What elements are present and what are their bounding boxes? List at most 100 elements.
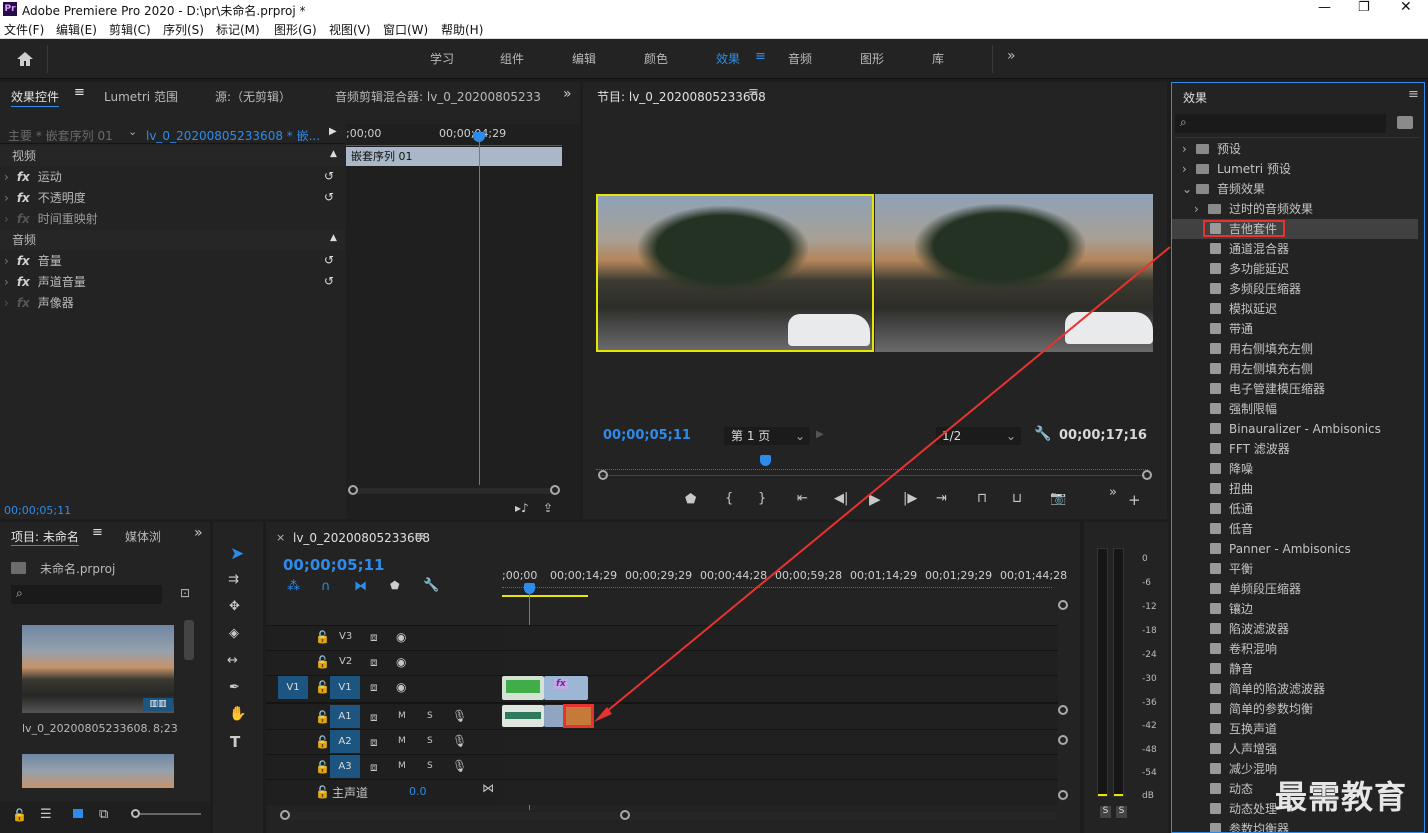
maximize-icon[interactable]: ❐ bbox=[1358, 0, 1370, 15]
eye-icon[interactable]: ◉ bbox=[396, 680, 406, 694]
solo-right-button[interactable]: S bbox=[1116, 806, 1127, 818]
go-to-in-icon[interactable]: ⇤ bbox=[797, 491, 808, 506]
menu-window[interactable]: 窗口(W) bbox=[383, 21, 428, 38]
sync-lock-icon[interactable]: ⧈ bbox=[370, 655, 378, 670]
effects-search-input[interactable]: ⌕ bbox=[1175, 114, 1386, 133]
sync-lock-icon[interactable]: ⧈ bbox=[370, 630, 378, 645]
more-workspaces-icon[interactable]: » bbox=[1007, 48, 1016, 64]
razor-tool-icon[interactable]: ◈ bbox=[229, 626, 239, 641]
type-tool-icon[interactable]: T bbox=[230, 733, 240, 751]
list-view-icon[interactable]: ☰ bbox=[40, 807, 52, 822]
step-forward-icon[interactable]: |▶ bbox=[903, 491, 917, 506]
fx-row-motion[interactable]: › fx 运动 bbox=[4, 167, 344, 187]
snap-magnet-icon[interactable]: ∩ bbox=[321, 579, 331, 594]
scroll-handle[interactable] bbox=[1058, 790, 1068, 800]
button-editor-plus-icon[interactable]: + bbox=[1128, 491, 1141, 509]
audio-clip-highlighted[interactable] bbox=[563, 704, 594, 728]
add-marker-icon[interactable]: ⬟ bbox=[390, 579, 400, 592]
new-custom-bin-icon[interactable] bbox=[1397, 116, 1413, 129]
workspace-tab-editing[interactable]: 编辑 bbox=[572, 50, 596, 67]
vertical-zoom-handle[interactable] bbox=[1058, 600, 1068, 610]
effect-controls-timecode[interactable]: 00;00;05;11 bbox=[4, 504, 71, 517]
panel-menu-icon[interactable]: ≡ bbox=[74, 85, 85, 100]
effect-item[interactable]: 静音 bbox=[1172, 659, 1418, 679]
effect-item[interactable]: 低音 bbox=[1172, 519, 1418, 539]
nested-sequence-clip[interactable]: 嵌套序列 01 bbox=[346, 147, 562, 166]
clip-thumbnail-2[interactable] bbox=[22, 754, 174, 788]
sync-lock-icon[interactable]: ⧈ bbox=[370, 680, 378, 695]
effect-item[interactable]: 通道混合器 bbox=[1172, 239, 1418, 259]
panel-menu-icon[interactable]: ≡ bbox=[1408, 87, 1419, 102]
timeline-ruler[interactable]: ;00;00 00;00;14;29 00;00;29;29 00;00;44;… bbox=[502, 562, 1067, 604]
linked-selection-icon[interactable]: ⧓ bbox=[354, 579, 367, 594]
track-target-a2[interactable]: A2 bbox=[330, 730, 360, 753]
master-clip-label[interactable]: 主要 * 嵌套序列 01 bbox=[8, 127, 113, 144]
effect-item[interactable]: 镶边 bbox=[1172, 599, 1418, 619]
go-to-out-icon[interactable]: ⇥ bbox=[936, 491, 947, 506]
menu-file[interactable]: 文件(F) bbox=[4, 21, 44, 38]
effect-item[interactable]: Binauralizer - Ambisonics bbox=[1172, 419, 1418, 439]
mute-button[interactable]: M bbox=[398, 761, 406, 771]
home-icon[interactable] bbox=[16, 51, 34, 67]
effect-item[interactable]: 模拟延迟 bbox=[1172, 299, 1418, 319]
lock-icon[interactable]: 🔓 bbox=[315, 710, 330, 724]
chevron-down-icon[interactable]: ⌄ bbox=[128, 125, 137, 138]
new-bin-icon[interactable]: ⊡ bbox=[180, 586, 190, 600]
lock-icon[interactable]: 🔓 bbox=[315, 655, 330, 669]
effect-item[interactable]: FFT 滤波器 bbox=[1172, 439, 1418, 459]
program-monitor-title[interactable]: 节目: lv_0_20200805233608 bbox=[597, 88, 766, 105]
ripple-edit-tool-icon[interactable]: ✥ bbox=[229, 599, 240, 614]
more-buttons-icon[interactable]: » bbox=[1109, 485, 1117, 500]
reset-icon[interactable]: ↺ bbox=[324, 169, 334, 183]
selection-tool-icon[interactable]: ➤ bbox=[230, 544, 244, 564]
timeline-horizontal-scrollbar[interactable] bbox=[280, 810, 1058, 820]
effect-item[interactable]: 带通 bbox=[1172, 319, 1418, 339]
page-select[interactable]: 第 1 页 ⌄ bbox=[724, 427, 810, 445]
effect-item[interactable]: 电子管建模压缩器 bbox=[1172, 379, 1418, 399]
add-marker-icon[interactable]: ⬟ bbox=[685, 492, 696, 507]
zoom-slider[interactable] bbox=[131, 809, 201, 818]
effects-folder[interactable]: › Lumetri 预设 bbox=[1172, 159, 1418, 179]
tab-audio-clip-mixer[interactable]: 音频剪辑混合器: lv_0_2020080523336( bbox=[335, 88, 541, 105]
fx-row-volume[interactable]: › fx 音量 bbox=[4, 251, 344, 271]
menu-help[interactable]: 帮助(H) bbox=[441, 21, 483, 38]
effect-item[interactable]: 单频段压缩器 bbox=[1172, 579, 1418, 599]
track-target-a1[interactable]: A1 bbox=[330, 705, 360, 728]
video-frame-left[interactable] bbox=[596, 194, 874, 352]
master-volume-value[interactable]: 0.0 bbox=[409, 785, 427, 798]
minimize-icon[interactable]: — bbox=[1318, 0, 1331, 15]
track-target-v1[interactable]: V1 bbox=[330, 676, 360, 699]
effect-item[interactable]: 陷波滤波器 bbox=[1172, 619, 1418, 639]
reset-icon[interactable]: ↺ bbox=[324, 274, 334, 288]
next-page-icon[interactable]: ▶ bbox=[816, 429, 824, 440]
mute-button[interactable]: M bbox=[398, 736, 406, 746]
effects-panel-title[interactable]: 效果 bbox=[1183, 89, 1207, 106]
effect-item[interactable]: 多功能延迟 bbox=[1172, 259, 1418, 279]
effect-item[interactable]: 降噪 bbox=[1172, 459, 1418, 479]
scroll-handle[interactable] bbox=[1058, 735, 1068, 745]
wrench-icon[interactable]: 🔧 bbox=[1034, 426, 1051, 442]
eye-icon[interactable]: ◉ bbox=[396, 655, 406, 669]
solo-button[interactable]: S bbox=[427, 736, 433, 746]
lock-icon[interactable]: 🔓 bbox=[12, 808, 27, 822]
workspace-tab-color[interactable]: 颜色 bbox=[644, 50, 668, 67]
play-triangle-icon[interactable]: ▶ bbox=[329, 126, 337, 137]
track-select-tool-icon[interactable]: ⇉ bbox=[228, 572, 239, 587]
source-patch-v1[interactable]: V1 bbox=[278, 676, 308, 699]
step-back-icon[interactable]: ◀| bbox=[834, 491, 848, 506]
scroll-handle-right[interactable] bbox=[1142, 470, 1152, 480]
reset-icon[interactable]: ↺ bbox=[324, 190, 334, 204]
video-clip-1[interactable] bbox=[502, 676, 544, 700]
effect-item[interactable]: 用左侧填充右侧 bbox=[1172, 359, 1418, 379]
menu-clip[interactable]: 剪辑(C) bbox=[109, 21, 151, 38]
mute-button[interactable]: M bbox=[398, 711, 406, 721]
nest-toggle-icon[interactable]: ⁂ bbox=[287, 579, 300, 594]
workspace-tab-libraries[interactable]: 库 bbox=[932, 50, 944, 67]
master-track-toggle-icon[interactable]: ⋈ bbox=[482, 781, 494, 795]
program-playhead[interactable] bbox=[760, 455, 771, 466]
menu-view[interactable]: 视图(V) bbox=[329, 21, 371, 38]
close-tab-icon[interactable]: × bbox=[276, 531, 285, 544]
microphone-icon[interactable]: 🎙 bbox=[452, 734, 467, 748]
menu-sequence[interactable]: 序列(S) bbox=[163, 21, 204, 38]
tab-effect-controls[interactable]: 效果控件 bbox=[11, 88, 60, 107]
